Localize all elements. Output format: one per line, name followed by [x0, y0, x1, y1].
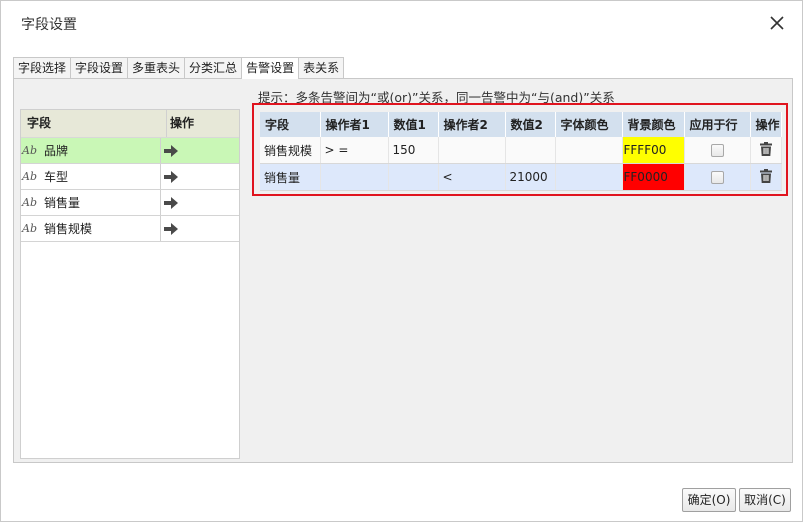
col-action: 操作 — [750, 112, 782, 137]
arrow-right-icon[interactable] — [164, 170, 178, 183]
cell-operator2[interactable]: < — [438, 163, 506, 191]
tab-subtotal[interactable]: 分类汇总 — [184, 57, 243, 78]
tab-field-select[interactable]: 字段选择 — [13, 57, 72, 78]
cell-bg-color[interactable]: FFFF00 — [622, 137, 685, 164]
col-field: 字段 — [260, 112, 321, 137]
field-list: 字段 操作 Ab 品牌 Ab 车型 Ab 销售量 Ab 销售规模 — [20, 109, 240, 459]
text-type-icon: Ab — [22, 222, 37, 235]
field-label: 销售规模 — [44, 222, 93, 236]
action-column-header: 操作 — [170, 116, 195, 130]
cell-value2[interactable]: 21000 — [505, 163, 556, 191]
arrow-right-icon[interactable] — [164, 222, 178, 235]
cell-field[interactable]: 销售量 — [260, 163, 321, 191]
field-list-item[interactable]: Ab 销售量 — [21, 190, 239, 216]
field-label: 销售量 — [44, 196, 81, 210]
field-list-item[interactable]: Ab 车型 — [21, 164, 239, 190]
trash-icon[interactable] — [759, 141, 772, 156]
cancel-button[interactable]: 取消(C) — [739, 488, 791, 512]
close-icon — [770, 16, 784, 30]
field-settings-dialog: 字段设置 字段选择 字段设置 多重表头 分类汇总 告警设置 表关系 字段 操作 … — [0, 0, 803, 522]
field-label: 品牌 — [44, 144, 69, 158]
cell-font-color[interactable] — [555, 163, 623, 191]
apply-row-checkbox[interactable] — [710, 171, 724, 184]
col-operator2: 操作者2 — [438, 112, 506, 137]
cell-value1[interactable] — [388, 163, 439, 191]
alert-table-header: 字段 操作者1 数值1 操作者2 数值2 字体颜色 背景颜色 应用于行 操作 — [260, 112, 782, 137]
tab-alert-settings[interactable]: 告警设置 — [241, 57, 300, 79]
cell-value2[interactable] — [505, 137, 556, 164]
alert-rules-table: 字段 操作者1 数值1 操作者2 数值2 字体颜色 背景颜色 应用于行 操作 销… — [260, 112, 782, 191]
tab-multi-header[interactable]: 多重表头 — [127, 57, 186, 78]
col-bg-color: 背景颜色 — [622, 112, 685, 137]
arrow-right-icon[interactable] — [164, 196, 178, 209]
field-list-item[interactable]: Ab 销售规模 — [21, 216, 239, 242]
tab-table-relation[interactable]: 表关系 — [298, 57, 345, 78]
cell-operator1[interactable]: > = — [320, 137, 389, 164]
text-type-icon: Ab — [22, 196, 37, 209]
table-row[interactable]: 销售规模 > = 150 FFFF00 — [260, 137, 782, 164]
text-type-icon: Ab — [22, 144, 37, 157]
cell-operator2[interactable] — [438, 137, 506, 164]
field-column-header: 字段 — [21, 110, 167, 137]
cell-field[interactable]: 销售规模 — [260, 137, 321, 164]
col-font-color: 字体颜色 — [555, 112, 623, 137]
ok-button[interactable]: 确定(O) — [682, 488, 736, 512]
col-value2: 数值2 — [505, 112, 556, 137]
field-label: 车型 — [44, 170, 69, 184]
title-bar: 字段设置 — [1, 1, 802, 45]
trash-icon[interactable] — [759, 168, 772, 183]
apply-row-checkbox[interactable] — [710, 144, 724, 157]
cell-value1[interactable]: 150 — [388, 137, 439, 164]
cell-font-color[interactable] — [555, 137, 623, 164]
arrow-right-icon[interactable] — [164, 144, 178, 157]
cell-operator1[interactable] — [320, 163, 389, 191]
text-type-icon: Ab — [22, 170, 37, 183]
col-apply-row: 应用于行 — [684, 112, 751, 137]
tab-bar: 字段选择 字段设置 多重表头 分类汇总 告警设置 表关系 — [13, 57, 345, 79]
col-value1: 数值1 — [388, 112, 439, 137]
dialog-title: 字段设置 — [21, 17, 77, 33]
close-button[interactable] — [763, 9, 791, 37]
table-row[interactable]: 销售量 < 21000 FF0000 — [260, 163, 782, 191]
field-list-header: 字段 操作 — [21, 110, 239, 138]
field-list-item[interactable]: Ab 品牌 — [21, 138, 239, 164]
cell-apply-row — [684, 137, 751, 164]
tab-field-settings[interactable]: 字段设置 — [70, 57, 129, 78]
alert-rules-highlight: 字段 操作者1 数值1 操作者2 数值2 字体颜色 背景颜色 应用于行 操作 销… — [252, 103, 788, 196]
cell-action — [750, 163, 782, 191]
cell-apply-row — [684, 163, 751, 191]
cell-bg-color[interactable]: FF0000 — [622, 163, 685, 191]
cell-action — [750, 137, 782, 164]
col-operator1: 操作者1 — [320, 112, 389, 137]
